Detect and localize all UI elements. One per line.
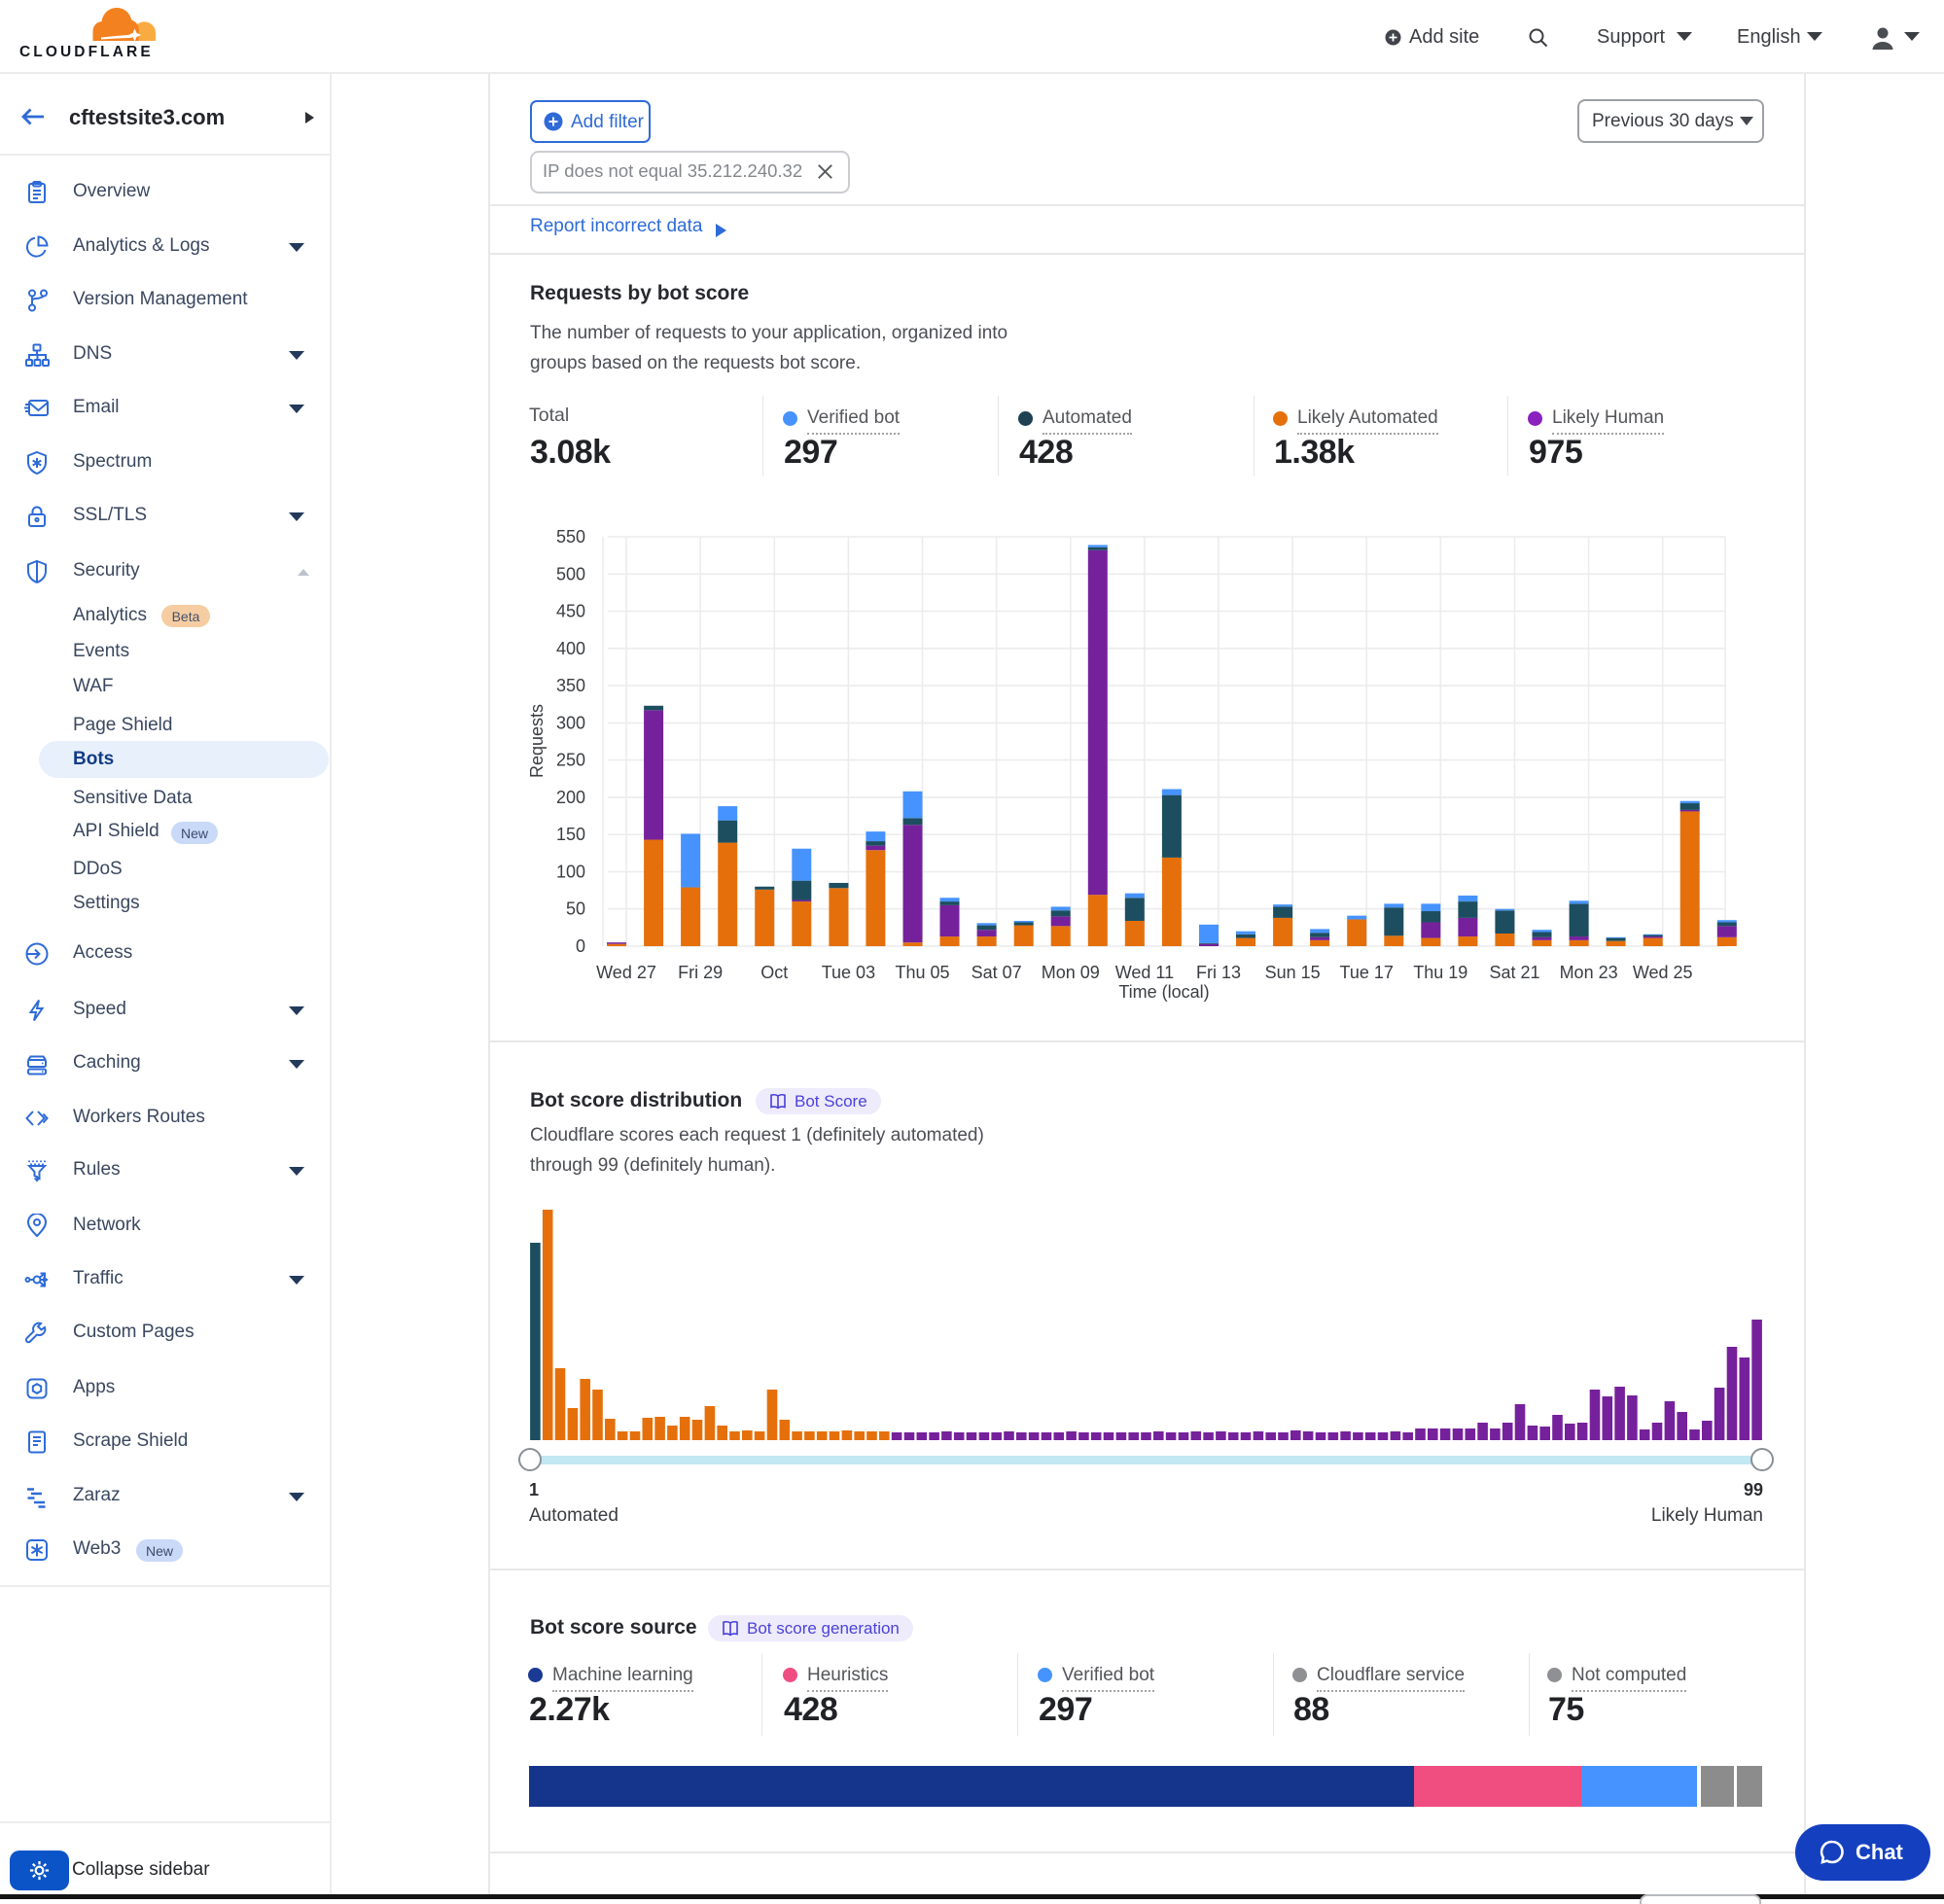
svg-text:Mon 09: Mon 09 [1042,963,1100,982]
svg-text:150: 150 [556,825,585,844]
svg-text:550: 550 [556,527,585,547]
svg-text:Fri 29: Fri 29 [678,963,723,982]
svg-text:Tue 17: Tue 17 [1340,963,1394,982]
svg-text:300: 300 [556,713,585,732]
svg-text:Tue 03: Tue 03 [822,963,875,982]
svg-text:Thu 05: Thu 05 [895,963,949,982]
svg-text:Sun 15: Sun 15 [1265,963,1321,982]
svg-text:Wed 27: Wed 27 [596,963,656,982]
svg-text:Requests: Requests [527,704,547,778]
svg-text:Time (local): Time (local) [1118,982,1209,1002]
svg-text:500: 500 [556,564,585,583]
svg-text:Fri 13: Fri 13 [1196,963,1241,982]
svg-text:Mon 23: Mon 23 [1560,963,1618,982]
svg-text:Wed 11: Wed 11 [1115,963,1174,982]
svg-text:Sat 21: Sat 21 [1489,963,1539,982]
svg-text:100: 100 [556,863,585,882]
svg-text:Sat 07: Sat 07 [972,963,1022,982]
svg-text:350: 350 [556,676,585,695]
svg-text:Oct: Oct [760,963,788,982]
svg-text:50: 50 [566,899,585,919]
svg-text:Thu 19: Thu 19 [1413,963,1467,982]
svg-text:450: 450 [556,602,585,621]
svg-text:200: 200 [556,788,585,807]
svg-text:Wed 25: Wed 25 [1633,963,1693,982]
svg-text:250: 250 [556,751,585,770]
svg-text:0: 0 [576,936,585,956]
svg-text:400: 400 [556,639,585,658]
